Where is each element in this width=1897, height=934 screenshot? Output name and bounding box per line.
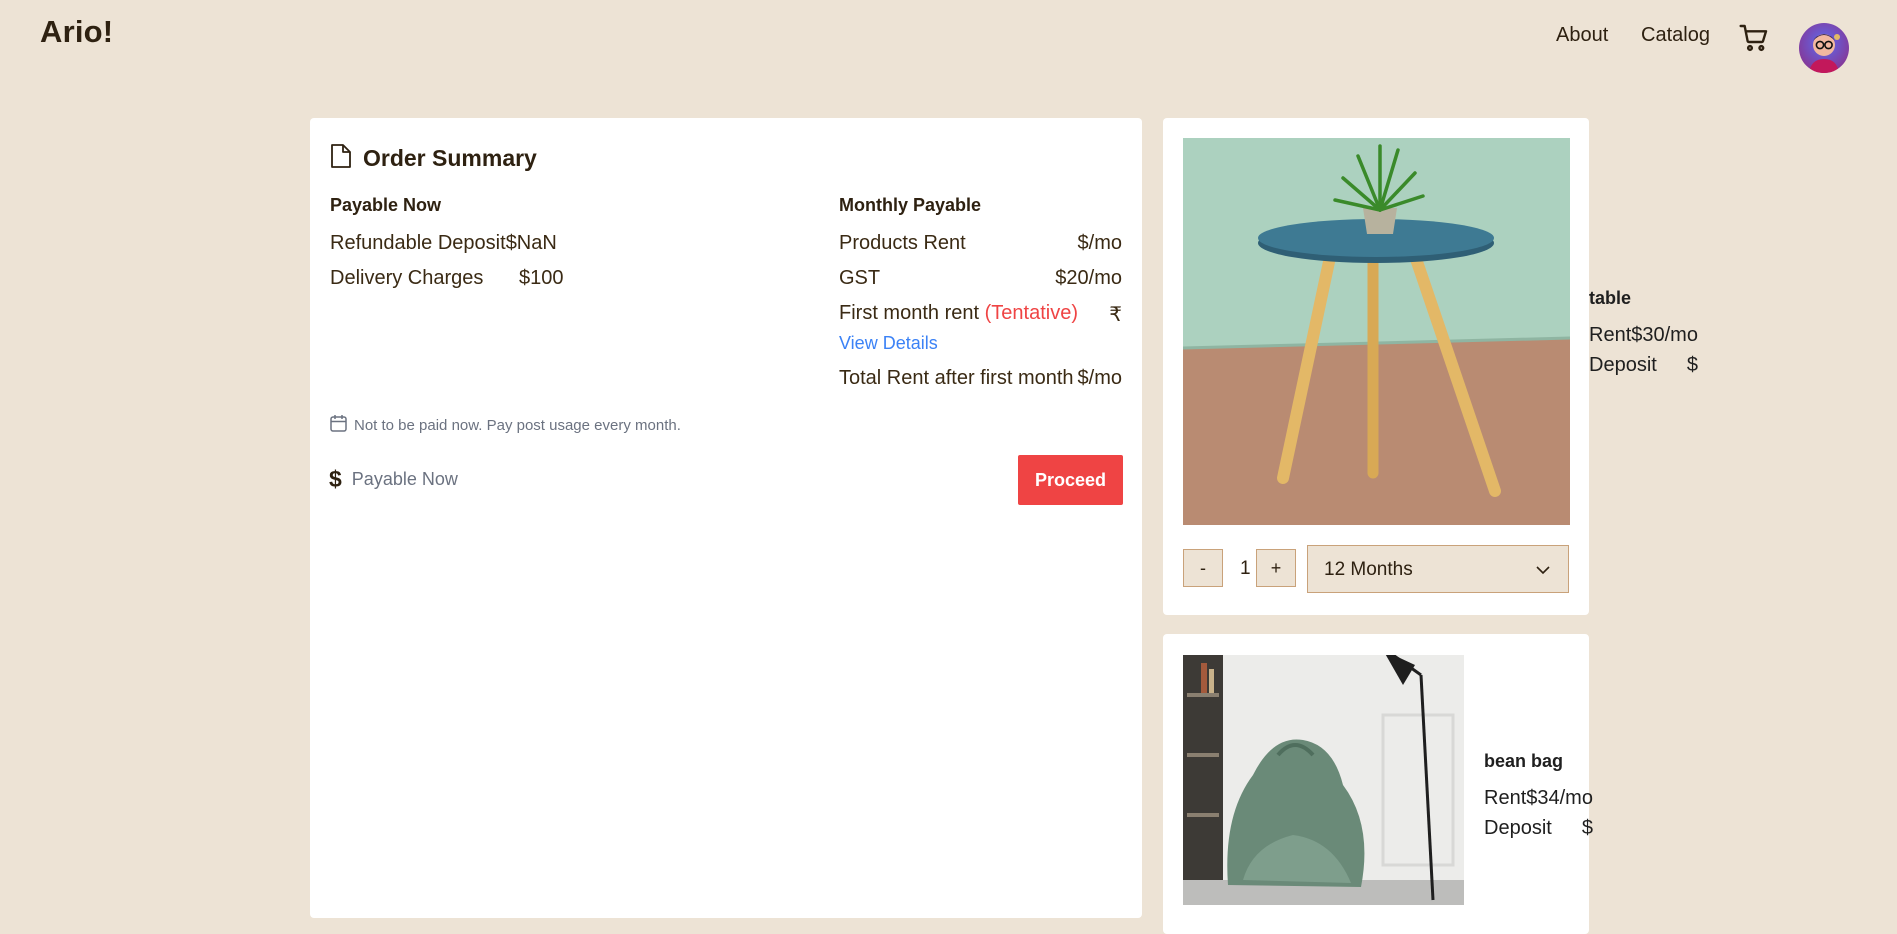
document-icon xyxy=(330,143,352,174)
order-summary-card: Order Summary Payable Now Refundable Dep… xyxy=(310,118,1142,918)
delivery-charges-label: Delivery Charges xyxy=(330,267,484,289)
products-rent-row: Products Rent $/mo xyxy=(839,232,1122,255)
rental-duration-select[interactable]: 12 Months xyxy=(1307,545,1569,593)
table-product-image xyxy=(1183,138,1570,525)
products-rent-label: Products Rent xyxy=(839,232,966,254)
cart-item-card: - 1 + 12 Months xyxy=(1163,118,1589,615)
refundable-deposit-value: $NaN xyxy=(505,232,557,254)
bean-bag-product-image xyxy=(1183,655,1464,905)
brand-logo[interactable]: Ario! xyxy=(40,14,113,50)
delivery-charges-row: Delivery Charges $100 xyxy=(330,267,563,290)
product-deposit-row: Deposit $ xyxy=(1589,354,1698,377)
product-rent-row: Rent$30/mo xyxy=(1589,324,1698,347)
total-rent-label: Total Rent after first month xyxy=(839,367,1074,389)
product-rent-row: Rent$34/mo xyxy=(1484,787,1593,810)
deposit-label: Deposit xyxy=(1589,354,1657,376)
quantity-increase-button[interactable]: + xyxy=(1256,549,1296,587)
first-month-row: First month rent (Tentative) ₹ xyxy=(839,302,1122,327)
product-name: bean bag xyxy=(1484,751,1564,771)
usage-note-text: Not to be paid now. Pay post usage every… xyxy=(354,416,681,434)
monthly-payable-heading: Monthly Payable xyxy=(839,195,982,215)
refundable-deposit-row: Refundable Deposit$NaN xyxy=(330,232,557,255)
gst-value: $20/mo xyxy=(1055,267,1122,289)
usage-note: Not to be paid now. Pay post usage every… xyxy=(330,414,681,436)
user-avatar[interactable] xyxy=(1799,23,1849,73)
cart-item-card xyxy=(1163,634,1589,934)
deposit-label: Deposit xyxy=(1484,817,1552,839)
proceed-button[interactable]: Proceed xyxy=(1018,455,1123,505)
first-month-value: ₹ xyxy=(1109,304,1122,326)
rent-value: $30/mo xyxy=(1631,324,1698,346)
calendar-icon xyxy=(330,414,347,436)
gst-label: GST xyxy=(839,267,881,289)
nav-about[interactable]: About xyxy=(1556,24,1608,47)
delivery-charges-value: $100 xyxy=(518,267,564,289)
rent-label: Rent xyxy=(1484,787,1527,809)
nav-catalog[interactable]: Catalog xyxy=(1641,24,1710,47)
payable-now-placeholder: Payable Now xyxy=(351,469,458,489)
cart-icon[interactable] xyxy=(1738,22,1770,54)
rent-label: Rent xyxy=(1589,324,1632,346)
dollar-icon: $ xyxy=(329,466,342,492)
tentative-tag: (Tentative) xyxy=(984,302,1078,324)
total-rent-value: $/mo xyxy=(1077,367,1122,389)
first-month-label: First month rent xyxy=(839,302,985,324)
quantity-decrease-button[interactable]: - xyxy=(1183,549,1223,587)
deposit-value: $ xyxy=(1581,817,1593,839)
rent-value: $34/mo xyxy=(1526,787,1593,809)
order-summary-title: Order Summary xyxy=(363,145,537,171)
deposit-value: $ xyxy=(1686,354,1698,376)
refundable-deposit-label: Refundable Deposit xyxy=(330,232,506,254)
payable-now-field: $ Payable Now xyxy=(329,466,458,493)
payable-now-heading: Payable Now xyxy=(330,195,442,215)
order-summary-header: Order Summary xyxy=(330,143,537,174)
view-details-link[interactable]: View Details xyxy=(839,333,938,354)
product-name: table xyxy=(1589,288,1632,308)
quantity-value: 1 xyxy=(1240,558,1251,579)
products-rent-value: $/mo xyxy=(1077,232,1122,254)
rental-duration-value: 12 Months xyxy=(1324,559,1413,580)
total-rent-row: Total Rent after first month $/mo xyxy=(839,367,1122,390)
gst-row: GST $20/mo xyxy=(839,267,1122,290)
chevron-down-icon xyxy=(1536,562,1550,580)
product-deposit-row: Deposit $ xyxy=(1484,817,1593,840)
